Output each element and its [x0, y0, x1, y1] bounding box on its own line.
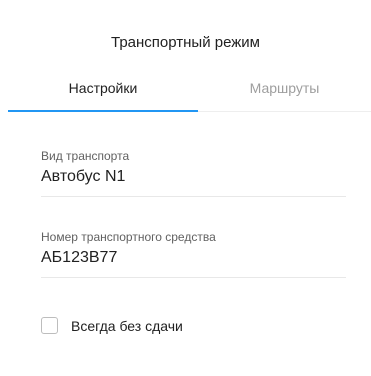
tabs-divider [198, 111, 371, 112]
vehicle-number-value[interactable]: АБ123В77 [41, 247, 346, 269]
transport-type-underline [41, 196, 346, 197]
transport-mode-screen: Транспортный режим Настройки Маршруты Ви… [0, 0, 371, 376]
tab-routes-label: Маршруты [249, 80, 320, 96]
transport-type-label: Вид транспорта [41, 149, 130, 163]
no-change-option[interactable]: Всегда без сдачи [41, 315, 241, 337]
no-change-label: Всегда без сдачи [71, 318, 183, 334]
tab-settings[interactable]: Настройки [8, 72, 198, 110]
vehicle-number-underline [41, 277, 346, 278]
tab-routes[interactable]: Маршруты [198, 72, 371, 110]
tab-settings-label: Настройки [68, 80, 138, 96]
active-tab-indicator [8, 110, 198, 112]
page-title: Транспортный режим [111, 34, 260, 51]
transport-type-field[interactable]: Вид транспорта Автобус N1 [41, 148, 346, 197]
tab-bar: Настройки Маршруты [8, 72, 371, 112]
vehicle-number-field[interactable]: Номер транспортного средства АБ123В77 [41, 229, 346, 278]
transport-type-value[interactable]: Автобус N1 [41, 166, 346, 188]
no-change-checkbox[interactable] [41, 317, 58, 334]
vehicle-number-label: Номер транспортного средства [41, 230, 216, 244]
